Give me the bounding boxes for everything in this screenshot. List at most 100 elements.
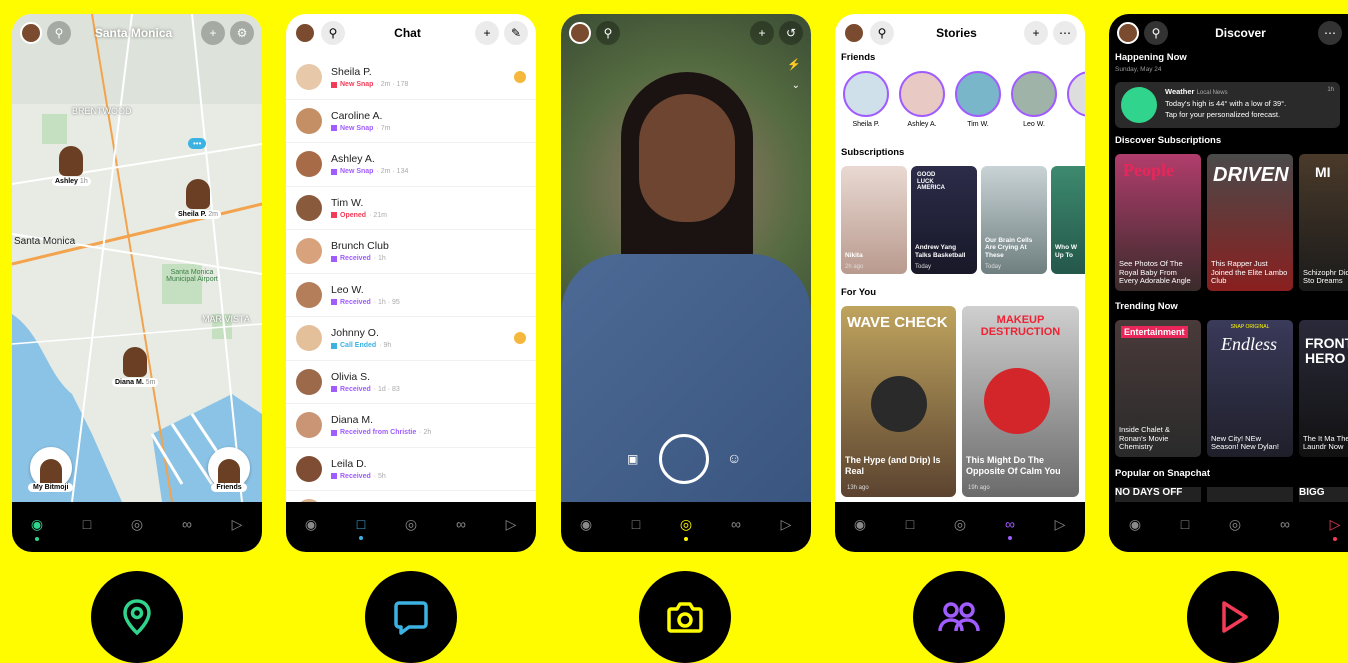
search-icon[interactable]: ⚲ <box>47 21 71 45</box>
avatar[interactable] <box>294 22 316 44</box>
map-tab-icon[interactable]: ◉ <box>25 516 49 533</box>
chat-row[interactable]: Johnny O.Call Ended· 9h <box>286 317 536 361</box>
chat-row[interactable]: Ashley A.New Snap· 2m · 134 <box>286 143 536 187</box>
search-icon[interactable]: ⚲ <box>321 21 345 45</box>
spotlight-tab-icon[interactable]: ▷ <box>499 516 523 533</box>
lens-icon[interactable]: ☺ <box>727 450 741 466</box>
friend-story[interactable]: P <box>1067 71 1085 128</box>
for-you-tile[interactable]: MAKEUP DESTRUCTION This Might Do The Opp… <box>962 306 1079 497</box>
page-title: Santa Monica <box>71 26 196 40</box>
subscription-tile[interactable]: Our Brain Cells Are Crying At These Toda… <box>981 166 1047 274</box>
status-icon <box>331 169 337 175</box>
chat-tab-icon[interactable]: □ <box>75 516 99 532</box>
airport-label: Santa Monica Municipal Airport <box>162 269 222 283</box>
chat-tab-icon[interactable]: □ <box>349 516 373 532</box>
spotlight-tab-icon[interactable]: ▷ <box>225 516 249 533</box>
friend-story[interactable]: Tim W. <box>955 71 1001 128</box>
discover-tile[interactable]: MI Schizophr Didn't Sto Dreams <box>1299 154 1348 291</box>
new-chat-icon[interactable]: ✎ <box>504 21 528 45</box>
friend-story[interactable]: Ashley A. <box>899 71 945 128</box>
stories-tab-icon[interactable]: ∞ <box>175 516 199 532</box>
map-tab-icon[interactable]: ◉ <box>299 516 323 533</box>
add-friend-icon[interactable]: + <box>201 21 225 45</box>
friend-pin[interactable]: Ashley 1h <box>52 146 91 186</box>
chat-row[interactable]: Diana M.Received from Christie· 2h <box>286 404 536 448</box>
spotlight-tab-icon[interactable]: ▷ <box>774 516 798 533</box>
chat-row[interactable]: Brian F. <box>286 491 536 502</box>
stories-screen: ⚲ Stories + ⋯ Friends Sheila P. Ashley A… <box>835 14 1085 552</box>
friend-pin[interactable]: Diana M. 5m <box>112 347 158 387</box>
search-icon[interactable]: ⚲ <box>1144 21 1168 45</box>
memories-icon[interactable]: ▣ <box>627 452 638 466</box>
camera-tab-icon[interactable]: ◎ <box>1223 516 1247 533</box>
search-icon[interactable]: ⚲ <box>870 21 894 45</box>
camera-tab-icon[interactable]: ◎ <box>948 516 972 533</box>
gear-icon[interactable]: ⚙ <box>230 21 254 45</box>
for-you-tile[interactable]: WAVE CHECK The Hype (and Drip) Is Real 1… <box>841 306 956 497</box>
spotlight-tab-icon[interactable]: ▷ <box>1323 516 1347 533</box>
status-meta: · 2m · 134 <box>376 168 408 175</box>
more-icon[interactable]: ⋯ <box>1053 21 1077 45</box>
avatar[interactable] <box>843 22 865 44</box>
add-friend-icon[interactable]: + <box>475 21 499 45</box>
flash-icon[interactable]: ⚡ <box>787 58 801 71</box>
my-bitmoji-button[interactable]: My Bitmoji <box>28 447 73 492</box>
camera-tab-icon[interactable]: ◎ <box>674 516 698 533</box>
map-screen: BRENTWOOD MAR VISTA Santa Monica Municip… <box>12 14 262 552</box>
discover-tile[interactable]: People See Photos Of The Royal Baby From… <box>1115 154 1201 291</box>
add-friend-icon[interactable]: + <box>1024 21 1048 45</box>
status-icon <box>331 299 337 305</box>
friend-story[interactable]: Sheila P. <box>843 71 889 128</box>
chat-row[interactable]: Sheila P.New Snap· 2m · 178 <box>286 56 536 100</box>
camera-screen: ▣ ☺ ⚲ + ↺ ⚡ ⌄ ◉ □ ◎ ∞ ▷ <box>561 14 811 552</box>
popular-tile[interactable]: BIGG <box>1299 487 1348 503</box>
chat-row[interactable]: Leila D.Received· 5h <box>286 448 536 492</box>
chat-row[interactable]: Olivia S.Received· 1d · 83 <box>286 361 536 405</box>
camera-tab-icon[interactable]: ◎ <box>399 516 423 533</box>
map-view[interactable]: BRENTWOOD MAR VISTA Santa Monica Municip… <box>12 14 262 502</box>
camera-viewfinder[interactable]: ▣ ☺ <box>561 14 811 502</box>
avatar[interactable] <box>569 22 591 44</box>
map-tab-icon[interactable]: ◉ <box>574 516 598 533</box>
map-tab-icon[interactable]: ◉ <box>1123 516 1147 533</box>
stories-tab-icon[interactable]: ∞ <box>1273 516 1297 532</box>
chat-row[interactable]: Tim W.Opened· 21m <box>286 187 536 231</box>
search-icon[interactable]: ⚲ <box>596 21 620 45</box>
subscription-tile[interactable]: GOOD LUCK AMERICA Andrew Yang Talks Bask… <box>911 166 977 274</box>
discover-tile[interactable]: SNAP ORIGINAL Endless New City! NEw Seas… <box>1207 320 1293 457</box>
shutter-button[interactable] <box>659 434 709 484</box>
contact-name: Diana M. <box>331 414 431 426</box>
flip-camera-icon[interactable]: ↺ <box>779 21 803 45</box>
popular-tile[interactable] <box>1207 487 1293 503</box>
more-icon[interactable]: ⋯ <box>1318 21 1342 45</box>
chat-tab-icon[interactable]: □ <box>1173 516 1197 532</box>
stories-tab-icon[interactable]: ∞ <box>449 516 473 532</box>
status-meta: · 1d · 83 <box>374 386 400 393</box>
add-friend-icon[interactable]: + <box>750 21 774 45</box>
subscription-tile[interactable]: Who W Up To <box>1051 166 1085 274</box>
spotlight-tab-icon[interactable]: ▷ <box>1048 516 1072 533</box>
chat-row[interactable]: Brunch ClubReceived· 1h <box>286 230 536 274</box>
camera-tab-icon[interactable]: ◎ <box>125 516 149 533</box>
weather-card[interactable]: Weather Local News 1h Today's high is 44… <box>1115 82 1340 128</box>
map-tab-icon[interactable]: ◉ <box>848 516 872 533</box>
chat-bubble[interactable]: ••• <box>188 138 206 149</box>
stories-tab-icon[interactable]: ∞ <box>998 516 1022 532</box>
friends-button[interactable]: Friends <box>208 447 250 492</box>
contact-name: Sheila P. <box>331 66 408 78</box>
subscription-tile[interactable]: Nikita 2h ago <box>841 166 907 274</box>
friend-story[interactable]: Leo W. <box>1011 71 1057 128</box>
chat-row[interactable]: Leo W.Received· 1h · 95 <box>286 274 536 318</box>
discover-tile[interactable]: FRONT HERO The It Ma Then A Laundr Now <box>1299 320 1348 457</box>
chevron-down-icon[interactable]: ⌄ <box>792 80 800 91</box>
friend-pin[interactable]: Sheila P. 2m <box>175 179 221 219</box>
avatar[interactable] <box>20 22 42 44</box>
discover-tile[interactable]: Entertainment Inside Chalet & Ronan's Mo… <box>1115 320 1201 457</box>
chat-tab-icon[interactable]: □ <box>898 516 922 532</box>
popular-tile[interactable]: NO DAYS OFF <box>1115 487 1201 503</box>
chat-row[interactable]: Caroline A.New Snap· 7m <box>286 100 536 144</box>
avatar[interactable] <box>1117 22 1139 44</box>
chat-tab-icon[interactable]: □ <box>624 516 648 532</box>
stories-tab-icon[interactable]: ∞ <box>724 516 748 532</box>
discover-tile[interactable]: DRIVEN This Rapper Just Joined the Elite… <box>1207 154 1293 291</box>
